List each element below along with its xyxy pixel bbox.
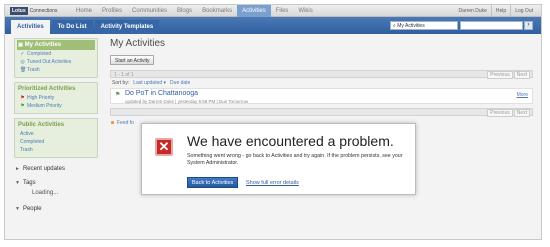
nav-blogs[interactable]: Blogs <box>172 5 197 17</box>
prioritized-activities-heading[interactable]: Prioritized Activities <box>17 84 95 94</box>
sidebar-item-completed[interactable]: ✓ Completed <box>17 50 95 58</box>
previous-button[interactable]: Previous <box>487 71 513 79</box>
search-area: ⌕ My Activities › <box>390 21 533 30</box>
tuned-out-icon: ◎ <box>20 58 25 65</box>
sort-by-label: Sort by: <box>112 80 130 86</box>
tab-activity-templates[interactable]: Activity Templates <box>94 20 160 34</box>
folder-icon: ▣ <box>18 42 23 48</box>
tags-loading-text: Loading... <box>32 190 59 196</box>
pagination-bar-bottom: Previous Next <box>110 108 533 117</box>
trash-icon: 🗑 <box>20 66 27 73</box>
top-navigation-bar: Lotus Connections Home Profiles Communit… <box>5 5 541 17</box>
priority-flag-icon: ⚑ <box>115 92 121 98</box>
tab-to-do-list[interactable]: To Do List <box>51 20 93 34</box>
logo-product-name: Connections <box>29 8 58 14</box>
sidebar-item-medium-priority[interactable]: ⚑ Medium Priority <box>17 102 95 110</box>
pagination-bar: 1 - 1 of 1 Previous Next <box>110 70 533 79</box>
back-to-activities-button[interactable]: Back to Activities <box>187 177 239 188</box>
logout-link[interactable]: Log Out <box>510 5 537 17</box>
sort-row: Sort by: Last updated ▾ Due date <box>110 80 533 86</box>
section-label: Tags <box>22 180 36 186</box>
error-message: Something went wrong - go back to Activi… <box>187 153 403 166</box>
prioritized-activities-box: Prioritized Activities ⚑ High Priority ⚑… <box>14 82 98 114</box>
sort-due-date[interactable]: Due date <box>170 80 190 86</box>
people-section[interactable]: ▼ People <box>14 202 98 216</box>
sidebar-item-high-priority[interactable]: ⚑ High Priority <box>17 94 95 102</box>
section-label: Recent updates <box>22 166 65 172</box>
start-activity-button[interactable]: Start an Activity <box>110 55 155 65</box>
search-input[interactable] <box>460 21 523 30</box>
more-link[interactable]: More <box>517 92 528 98</box>
section-label: People <box>22 206 42 212</box>
next-button[interactable]: Next <box>513 109 530 117</box>
left-sidebar: ▣ My Activities ✓ Completed ◎ Tuned Out … <box>14 38 98 216</box>
nav-bookmarks[interactable]: Bookmarks <box>197 5 237 17</box>
public-activities-box: Public Activities Active Completed Trash <box>14 118 98 158</box>
show-error-details-link[interactable]: Show full error details <box>246 180 299 186</box>
sidebar-item-label: Trash <box>27 67 40 73</box>
expand-arrow-icon: ► <box>15 166 20 172</box>
recent-updates-section[interactable]: ► Recent updates <box>14 162 98 176</box>
nav-activities[interactable]: Activities <box>237 5 271 17</box>
main-content: My Activities Start an Activity 1 - 1 of… <box>110 38 533 126</box>
pager-controls: Previous Next <box>487 109 530 117</box>
logo-mark: Lotus <box>10 7 28 15</box>
nav-profiles[interactable]: Profiles <box>97 5 127 17</box>
green-flag-icon: ⚑ <box>20 102 25 109</box>
result-count: 1 - 1 of 1 <box>114 72 134 78</box>
app-window: Lotus Connections Home Profiles Communit… <box>4 4 542 240</box>
user-links: Darren Duke Help Log Out <box>455 5 537 17</box>
sidebar-item-my-activities[interactable]: ▣ My Activities <box>17 40 95 50</box>
activity-name-link[interactable]: Do PoT in Chattanooga <box>125 90 198 97</box>
search-scope-value: My Activities <box>397 22 425 29</box>
pager-controls: Previous Next <box>487 71 530 79</box>
tabs: Activities To Do List Activity Templates <box>11 20 161 34</box>
nav-files[interactable]: Files <box>271 5 294 17</box>
tab-activities[interactable]: Activities <box>11 20 50 34</box>
public-activities-heading[interactable]: Public Activities <box>17 120 95 130</box>
activities-tab-bar: Activities To Do List Activity Templates… <box>5 17 541 34</box>
sidebar-item-trash[interactable]: 🗑 Trash <box>17 66 95 74</box>
sidebar-item-tuned-out[interactable]: ◎ Tuned Out Activities <box>17 58 95 66</box>
tags-section[interactable]: ▼ Tags <box>14 176 98 190</box>
global-nav: Home Profiles Communities Blogs Bookmark… <box>71 5 318 17</box>
sidebar-item-label: My Activities <box>24 42 62 48</box>
checkmark-icon: ✓ <box>20 50 25 57</box>
nav-home[interactable]: Home <box>71 5 97 17</box>
page-title: My Activities <box>110 38 166 49</box>
next-button[interactable]: Next <box>513 71 530 79</box>
previous-button[interactable]: Previous <box>487 109 513 117</box>
sort-last-updated[interactable]: Last updated ▾ <box>133 80 166 86</box>
sidebar-item-label: High Priority <box>27 95 55 101</box>
sidebar-item-label: Completed <box>27 51 52 57</box>
sidebar-item-public-active[interactable]: Active <box>17 130 95 138</box>
sidebar-item-public-completed[interactable]: Completed <box>17 138 95 146</box>
user-name-link[interactable]: Darren Duke <box>455 5 491 17</box>
collapse-arrow-icon: ▼ <box>15 206 20 212</box>
lotus-connections-logo[interactable]: Lotus Connections <box>10 7 57 15</box>
collapse-arrow-icon: ▼ <box>15 180 20 186</box>
my-activities-box: ▣ My Activities ✓ Completed ◎ Tuned Out … <box>14 38 98 78</box>
feed-icon: ◙ <box>110 119 115 126</box>
nav-wikis[interactable]: Wikis <box>293 5 317 17</box>
search-scope-dropdown[interactable]: ⌕ My Activities <box>390 21 458 30</box>
error-title: We have encountered a problem. <box>187 133 394 149</box>
sidebar-item-public-trash[interactable]: Trash <box>17 146 95 154</box>
search-button[interactable]: › <box>524 21 533 30</box>
activity-meta: updated by Darren Duke | yesterday 5:58 … <box>125 99 249 104</box>
red-flag-icon: ⚑ <box>20 94 25 101</box>
nav-communities[interactable]: Communities <box>127 5 172 17</box>
feed-label: Feed fo <box>117 120 134 126</box>
sidebar-item-label: Medium Priority <box>27 103 62 109</box>
activity-row[interactable]: ⚑ Do PoT in Chattanooga updated by Darre… <box>110 88 533 104</box>
error-x-icon: ✕ <box>155 138 173 156</box>
error-dialog: ✕ We have encountered a problem. Somethi… <box>141 123 416 195</box>
help-link[interactable]: Help <box>490 5 510 17</box>
sidebar-item-label: Tuned Out Activities <box>27 59 72 65</box>
